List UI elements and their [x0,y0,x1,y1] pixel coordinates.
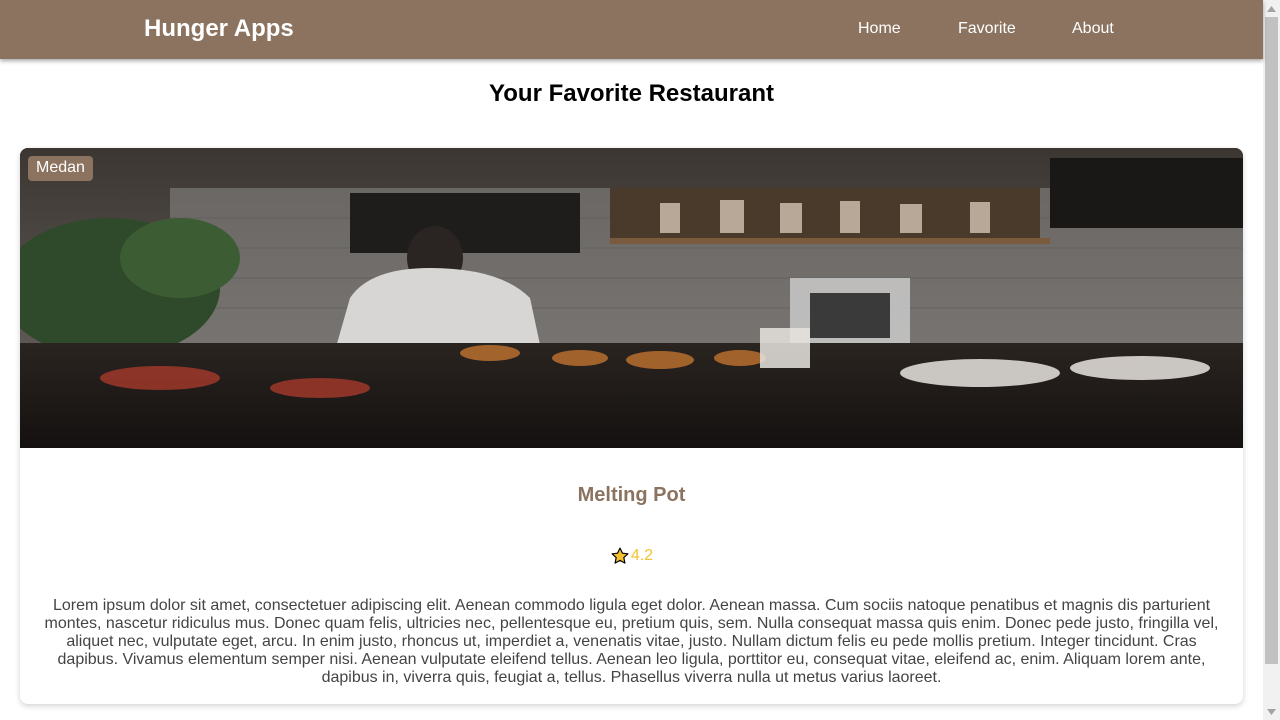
restaurant-name[interactable]: Melting Pot [20,483,1243,507]
rating-value: 4.2 [630,547,654,564]
nav-link-favorite[interactable]: Favorite [958,19,1016,39]
navbar: Hunger Apps Home Favorite About [0,0,1263,59]
scrollbar[interactable] [1263,0,1280,720]
restaurant-image[interactable]: Medan [20,148,1243,448]
nav-link-about[interactable]: About [1072,19,1114,39]
city-badge: Medan [28,156,93,181]
scroll-down-arrow-icon[interactable] [1263,703,1280,720]
page-title: Your Favorite Restaurant [489,80,774,107]
restaurant-rating: 4.2 [20,546,1243,566]
restaurant-card[interactable]: Medan Melting Pot 4.2 Lorem ipsum dolor … [20,148,1243,704]
restaurant-photo-icon [20,148,1243,448]
scroll-up-arrow-icon[interactable] [1263,0,1280,17]
nav-menu: Home Favorite About [0,19,1263,41]
star-icon [611,547,629,564]
scrollbar-thumb[interactable] [1265,17,1278,664]
nav-link-home[interactable]: Home [858,19,901,39]
restaurant-description: Lorem ipsum dolor sit amet, consectetuer… [44,597,1219,686]
